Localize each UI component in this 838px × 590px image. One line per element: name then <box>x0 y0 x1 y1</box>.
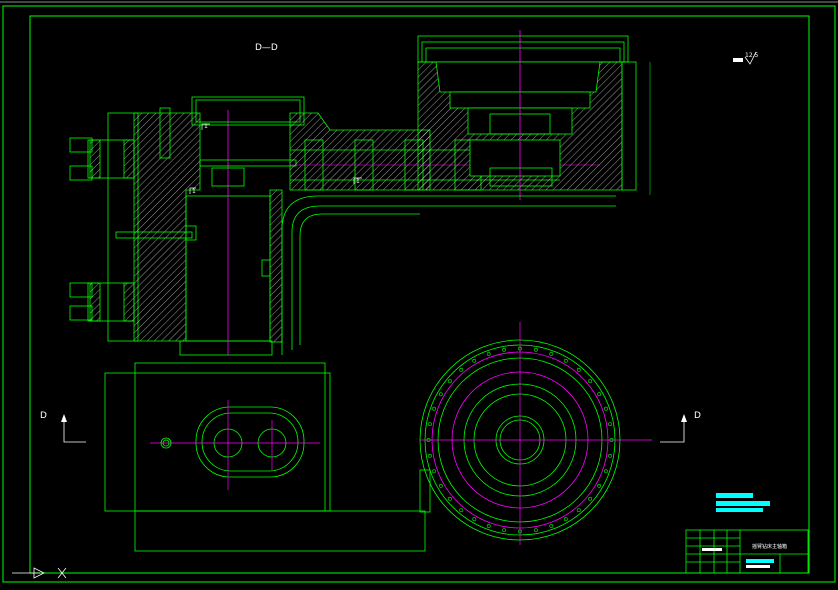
bolt-hole <box>427 422 432 427</box>
bolt-hole <box>432 469 436 474</box>
title-block <box>685 529 809 574</box>
left-mounting-lug-top <box>69 137 135 181</box>
bolt-hole <box>597 483 602 488</box>
bolt-hole <box>534 347 538 352</box>
bolt-hole <box>472 358 477 363</box>
right-gearbox-housing <box>417 30 651 200</box>
cad-drawing-canvas: D—D 12.5 1 1 1 D D 摇臂钻床主轴箱 <box>0 1 838 583</box>
base-plate <box>104 362 431 552</box>
bolt-hole <box>534 528 538 533</box>
roughness-symbol: 12.5 <box>733 51 759 65</box>
bolt-hole <box>432 406 436 411</box>
svg-text:1: 1 <box>192 188 196 195</box>
plan-view: D D <box>40 322 701 552</box>
large-flange <box>419 322 652 545</box>
section-marker-right: D <box>660 411 701 443</box>
svg-text:1: 1 <box>204 123 208 130</box>
section-title: D—D <box>255 43 278 53</box>
bolt-hole <box>604 469 608 474</box>
bolt-hole <box>597 392 602 397</box>
oval-port <box>150 400 320 490</box>
drawing-name: 摇臂钻床主轴箱 <box>752 543 787 550</box>
bolt-hole <box>588 379 593 384</box>
bolt-hole <box>576 367 581 372</box>
bolt-hole <box>563 517 568 522</box>
bolt-hole <box>588 496 593 501</box>
bolt-hole <box>447 379 452 384</box>
bolt-hole <box>549 352 554 356</box>
bolt-hole <box>459 508 464 513</box>
bolt-hole <box>486 524 491 528</box>
left-mounting-lug-bottom <box>69 282 135 322</box>
bolt-hole <box>604 406 608 411</box>
bolt-hole <box>438 483 443 488</box>
curved-arm <box>281 195 616 355</box>
bolt-hole <box>472 517 477 522</box>
svg-text:D: D <box>694 411 701 421</box>
technical-notes <box>716 493 770 512</box>
bolt-hole <box>502 347 507 352</box>
section-marker-left: D <box>40 411 86 443</box>
svg-text:D: D <box>40 411 47 421</box>
bolt-hole <box>447 496 452 501</box>
svg-text:1: 1 <box>356 178 360 185</box>
bolt-hole <box>608 453 613 458</box>
bolt-hole <box>563 358 568 363</box>
section-callout-1: 1 <box>201 123 210 130</box>
bolt-hole <box>427 453 432 458</box>
bolt-hole <box>438 392 443 397</box>
bolt-hole <box>608 422 613 427</box>
bolt-hole <box>486 352 491 356</box>
bolt-hole <box>459 367 464 372</box>
bolt-hole <box>576 508 581 513</box>
bolt-hole <box>549 524 554 528</box>
bolt-hole <box>502 528 507 533</box>
section-view: 1 1 1 <box>69 30 651 356</box>
svg-text:12.5: 12.5 <box>745 52 759 59</box>
